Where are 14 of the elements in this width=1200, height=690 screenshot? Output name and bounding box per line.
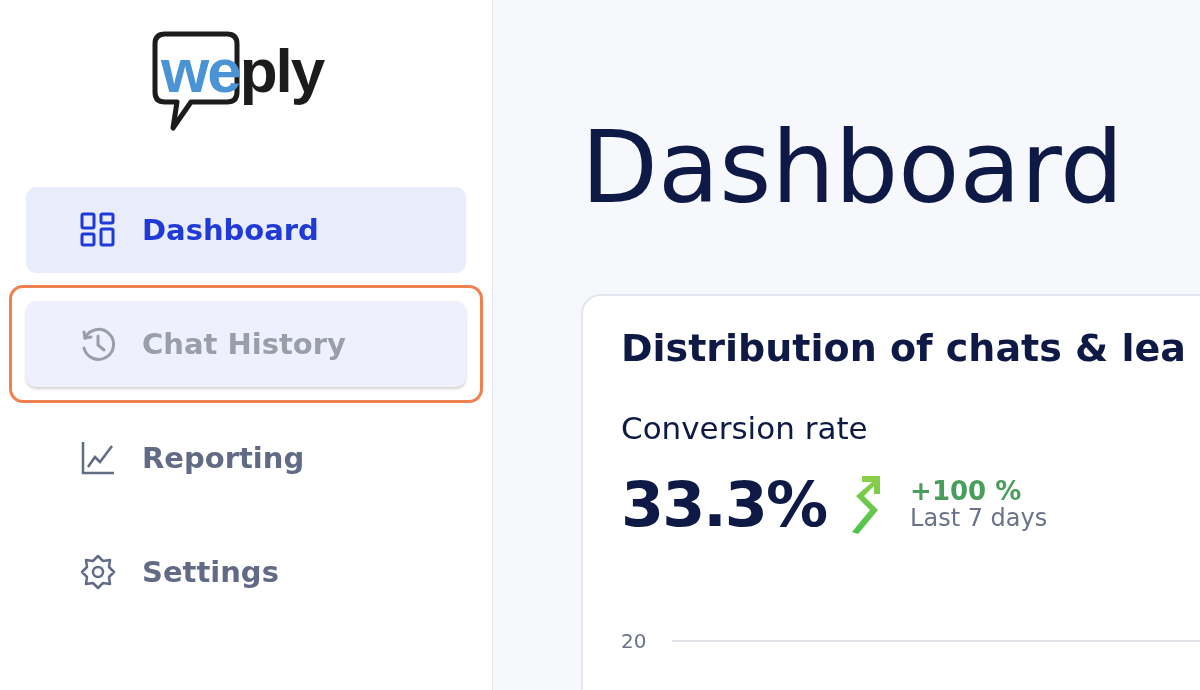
axis-tick-label: 20 xyxy=(621,629,647,653)
period-label: Last 7 days xyxy=(910,505,1048,531)
sidebar-item[interactable]: Dashboard xyxy=(26,187,466,273)
line-chart-icon xyxy=(80,440,116,476)
settings-icon xyxy=(80,554,116,590)
grid-icon xyxy=(80,212,116,248)
card-title: Distribution of chats & lea xyxy=(621,326,1187,370)
page-title: Dashboard xyxy=(581,108,1125,228)
history-icon xyxy=(80,326,116,362)
metric-label: Conversion rate xyxy=(621,410,869,446)
sidebar-item[interactable]: Settings xyxy=(26,529,466,615)
sidebar-item[interactable]: Reporting xyxy=(26,415,466,501)
change-value: +100 % xyxy=(910,478,1023,506)
metric-value: 33.3% xyxy=(621,468,827,541)
